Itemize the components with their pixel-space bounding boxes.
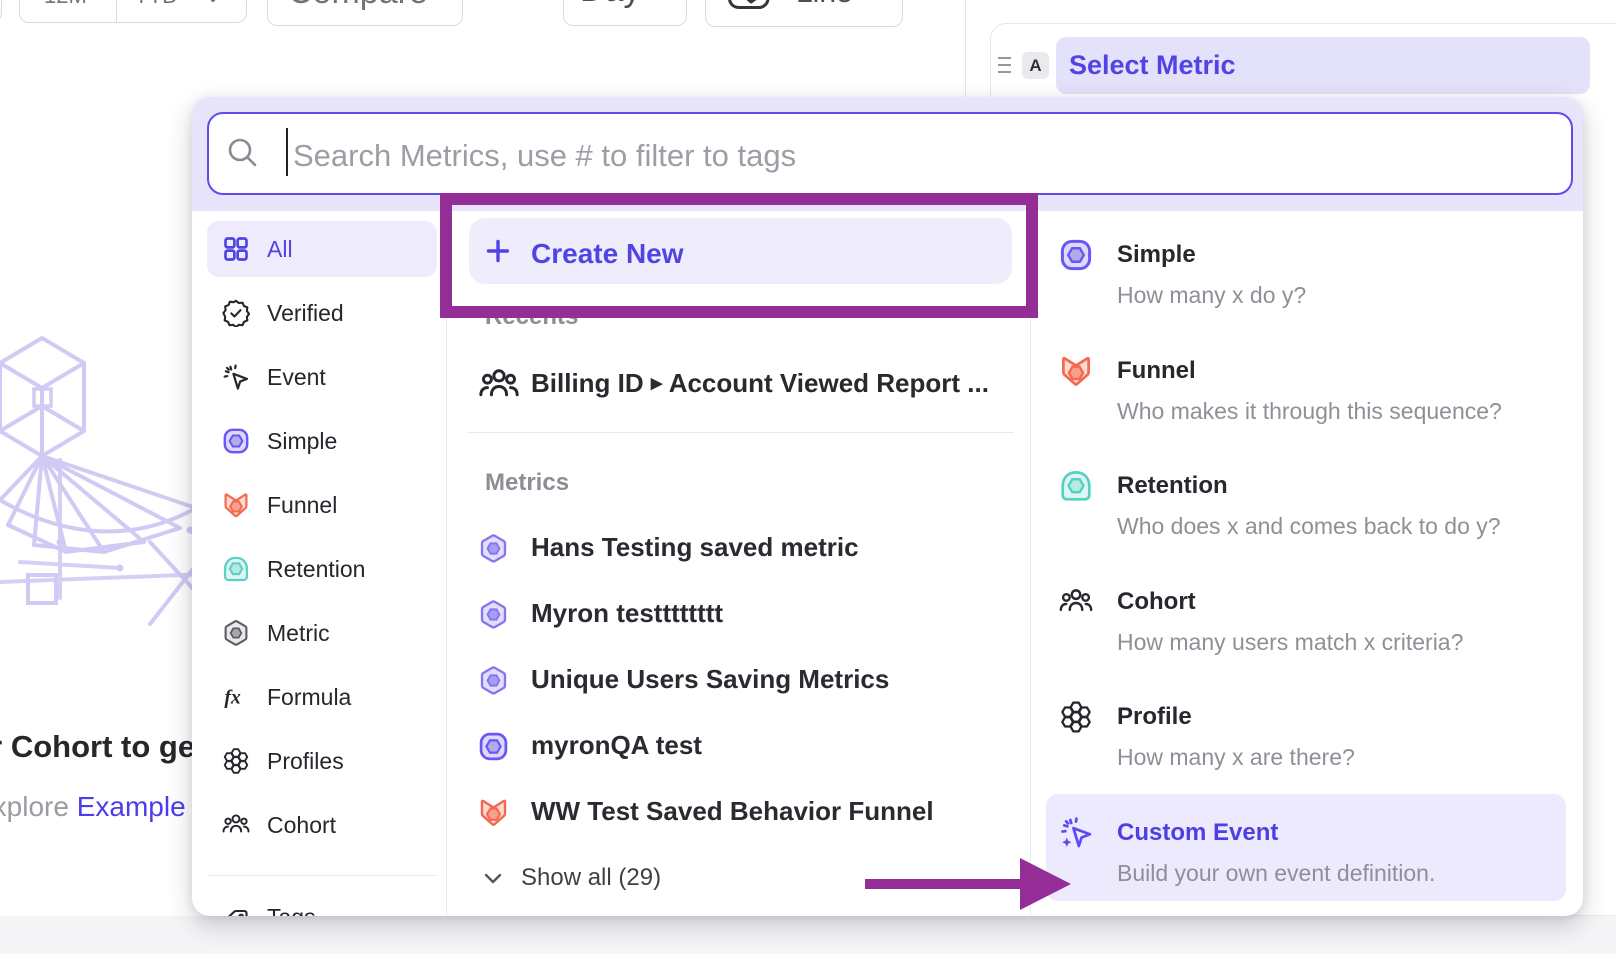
svg-text:fx: fx [224,686,241,708]
